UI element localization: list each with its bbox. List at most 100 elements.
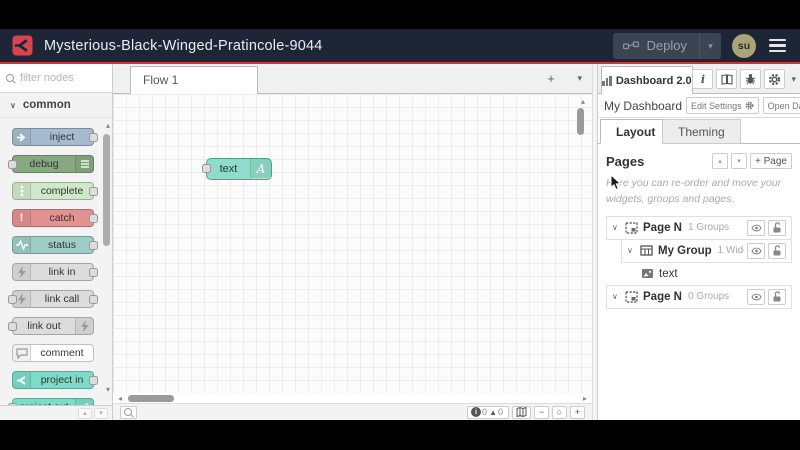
debug-console-icon bbox=[75, 156, 93, 172]
workspace-canvas[interactable]: text A ▴ bbox=[113, 94, 592, 393]
debug-tab-button[interactable] bbox=[740, 69, 762, 89]
visibility-button[interactable] bbox=[747, 242, 765, 259]
zoom-in-button[interactable]: + bbox=[570, 405, 585, 419]
palette-search[interactable] bbox=[0, 64, 112, 93]
eye-icon bbox=[750, 247, 762, 254]
app-header: Mysterious-Black-Winged-Pratincole-9044 … bbox=[0, 29, 800, 62]
tab-dashboard-2[interactable]: Dashboard 2.0 bbox=[601, 66, 693, 94]
palette-category-common[interactable]: ∨ common bbox=[0, 93, 112, 118]
visibility-button[interactable] bbox=[747, 288, 765, 305]
tree-row-group[interactable]: ∨ My Group 1 Widgets bbox=[621, 238, 792, 263]
info-tab-button[interactable]: i bbox=[692, 69, 714, 89]
output-port bbox=[89, 268, 98, 277]
screen: Mysterious-Black-Winged-Pratincole-9044 … bbox=[0, 0, 800, 450]
unlock-icon bbox=[773, 222, 781, 233]
user-avatar[interactable]: su bbox=[732, 33, 756, 58]
canvas-scroll-up-icon[interactable]: ▴ bbox=[581, 97, 585, 106]
palette-node-catch[interactable]: ! catch bbox=[12, 209, 98, 227]
sidebar-menu-caret[interactable]: ▾ bbox=[791, 74, 796, 85]
deploy-button-main[interactable]: Deploy bbox=[613, 38, 699, 53]
bar-chart-icon bbox=[602, 75, 612, 86]
palette-node-list: inject debug complete ! catch status lin… bbox=[0, 118, 112, 416]
output-port bbox=[89, 214, 98, 223]
palette-scroll-down-icon[interactable]: ▾ bbox=[106, 386, 110, 394]
link-bolt-icon bbox=[75, 318, 93, 334]
navigator-button[interactable] bbox=[512, 405, 531, 419]
add-page-button[interactable]: + Page bbox=[750, 153, 792, 169]
move-down-button[interactable]: ▾ bbox=[731, 153, 748, 169]
lock-button[interactable] bbox=[768, 219, 786, 236]
palette-node-project-in[interactable]: project in bbox=[12, 371, 98, 389]
canvas-search-button[interactable] bbox=[120, 405, 137, 419]
link-bolt-icon bbox=[13, 264, 31, 280]
deploy-dropdown-caret[interactable]: ▾ bbox=[699, 32, 721, 59]
sidebar-tabbar: Dashboard 2.0 i ▾ bbox=[598, 64, 800, 94]
node-palette: ∨ common inject debug bbox=[0, 64, 113, 420]
move-up-button[interactable]: ▴ bbox=[712, 153, 729, 169]
chevron-down-icon[interactable]: ∨ bbox=[612, 223, 625, 232]
palette-collapse-down-button[interactable]: ▾ bbox=[94, 407, 108, 419]
palette-node-comment[interactable]: comment bbox=[12, 344, 94, 362]
chevron-down-icon[interactable]: ∨ bbox=[627, 246, 640, 255]
tree-row-widget-text[interactable]: text bbox=[636, 262, 792, 286]
canvas-hscrollbar-thumb[interactable] bbox=[128, 394, 174, 402]
page-icon bbox=[625, 221, 638, 234]
tab-theming[interactable]: Theming bbox=[662, 119, 741, 144]
input-port bbox=[8, 160, 17, 169]
edit-settings-button[interactable]: Edit Settings bbox=[686, 97, 759, 114]
search-icon bbox=[6, 73, 15, 83]
scroll-right-icon[interactable]: ▸ bbox=[583, 394, 587, 403]
pages-panel: Pages ▴ ▾ + Page Here you can re-order a… bbox=[598, 144, 800, 318]
flow-node-text[interactable]: text A bbox=[202, 158, 272, 180]
map-icon bbox=[516, 407, 527, 417]
bug-icon bbox=[746, 74, 756, 85]
palette-node-debug[interactable]: debug bbox=[8, 155, 94, 173]
gear-icon bbox=[769, 73, 781, 85]
deploy-button[interactable]: Deploy ▾ bbox=[612, 32, 721, 59]
settings-tab-button[interactable] bbox=[764, 69, 786, 89]
flow-tab[interactable]: Flow 1 bbox=[130, 66, 258, 94]
input-port[interactable] bbox=[202, 164, 211, 173]
pages-title: Pages bbox=[606, 153, 645, 169]
tree-item-name: text bbox=[659, 267, 678, 280]
flow-list-caret[interactable]: ▾ bbox=[577, 73, 582, 84]
palette-node-status[interactable]: status bbox=[12, 236, 98, 254]
tree-row-page-1[interactable]: ∨ Page N 1 Groups bbox=[606, 215, 792, 240]
chevron-down-icon[interactable]: ∨ bbox=[612, 292, 625, 301]
category-label: common bbox=[22, 99, 71, 111]
canvas-footer: i 0 ▲ 0 − ○ + bbox=[113, 403, 592, 420]
visibility-button[interactable] bbox=[747, 219, 765, 236]
palette-scrollbar-thumb[interactable] bbox=[103, 134, 110, 246]
help-tab-button[interactable] bbox=[716, 69, 738, 89]
palette-collapse-up-button[interactable]: ▴ bbox=[78, 407, 92, 419]
canvas-vscrollbar-thumb[interactable] bbox=[577, 108, 584, 135]
main-menu-button[interactable] bbox=[767, 37, 788, 55]
tree-item-name: Page N bbox=[643, 290, 682, 303]
zoom-reset-button[interactable]: ○ bbox=[552, 405, 567, 419]
tab-layout[interactable]: Layout bbox=[600, 119, 672, 144]
output-port bbox=[89, 133, 98, 142]
zoom-out-button[interactable]: − bbox=[534, 405, 549, 419]
node-label: project in bbox=[40, 374, 84, 386]
lock-button[interactable] bbox=[768, 288, 786, 305]
lock-button[interactable] bbox=[768, 242, 786, 259]
notifications-toggle[interactable]: i 0 ▲ 0 bbox=[467, 405, 509, 419]
palette-node-link-in[interactable]: link in bbox=[12, 263, 98, 281]
complete-dots-icon bbox=[13, 183, 31, 199]
palette-node-complete[interactable]: complete bbox=[12, 182, 98, 200]
tree-row-page-2[interactable]: ∨ Page N 0 Groups bbox=[606, 284, 792, 309]
input-port bbox=[8, 295, 17, 304]
output-port bbox=[89, 241, 98, 250]
palette-filter-input[interactable] bbox=[20, 72, 100, 84]
canvas-hscrollbar[interactable]: ◂ ▸ bbox=[113, 393, 592, 403]
text-widget-icon: A bbox=[250, 159, 271, 179]
add-flow-button[interactable]: + bbox=[543, 71, 559, 86]
palette-node-inject[interactable]: inject bbox=[12, 128, 98, 146]
palette-node-link-out[interactable]: link out bbox=[8, 317, 94, 335]
palette-scroll-up-icon[interactable]: ▴ bbox=[106, 122, 110, 130]
palette-node-link-call[interactable]: link call bbox=[8, 290, 98, 308]
unlock-icon bbox=[773, 291, 781, 302]
scroll-left-icon[interactable]: ◂ bbox=[118, 394, 122, 403]
open-dashboard-button[interactable]: Open Dashboard bbox=[762, 97, 800, 114]
comment-bubble-icon bbox=[13, 345, 31, 361]
